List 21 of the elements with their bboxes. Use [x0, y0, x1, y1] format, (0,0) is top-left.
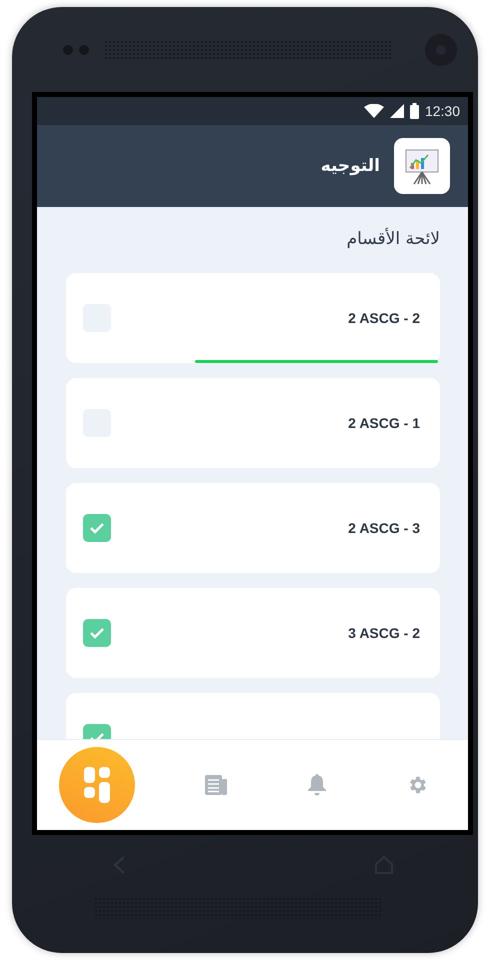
- class-name: 2 ASCG - 2: [348, 310, 420, 326]
- grid-icon: [84, 767, 110, 803]
- screen-title: التوجيه: [320, 156, 380, 176]
- signal-icon: [390, 104, 404, 118]
- section-title: لائحة الأقسام: [346, 229, 440, 249]
- checkbox[interactable]: [83, 619, 111, 647]
- wifi-icon: [364, 104, 384, 118]
- class-name: 3 ASCG - 2: [348, 625, 420, 641]
- class-name: 2 ASCG - 1: [348, 415, 420, 431]
- bell-icon: [306, 774, 326, 796]
- class-card[interactable]: 3 ASCG - 2: [66, 588, 440, 678]
- clock-time: 12:30: [424, 103, 460, 119]
- class-card[interactable]: 2 ASCG - 3: [66, 483, 440, 573]
- class-card[interactable]: 2 ASCG - 2: [66, 273, 440, 363]
- checkbox[interactable]: [83, 514, 111, 542]
- check-icon: [89, 627, 105, 639]
- class-name: 2 ASCG - 3: [348, 520, 420, 536]
- check-icon: [89, 522, 105, 534]
- battery-icon: [410, 103, 419, 119]
- newspaper-icon: [204, 775, 226, 795]
- class-card[interactable]: 2 ASCG - 1: [66, 378, 440, 468]
